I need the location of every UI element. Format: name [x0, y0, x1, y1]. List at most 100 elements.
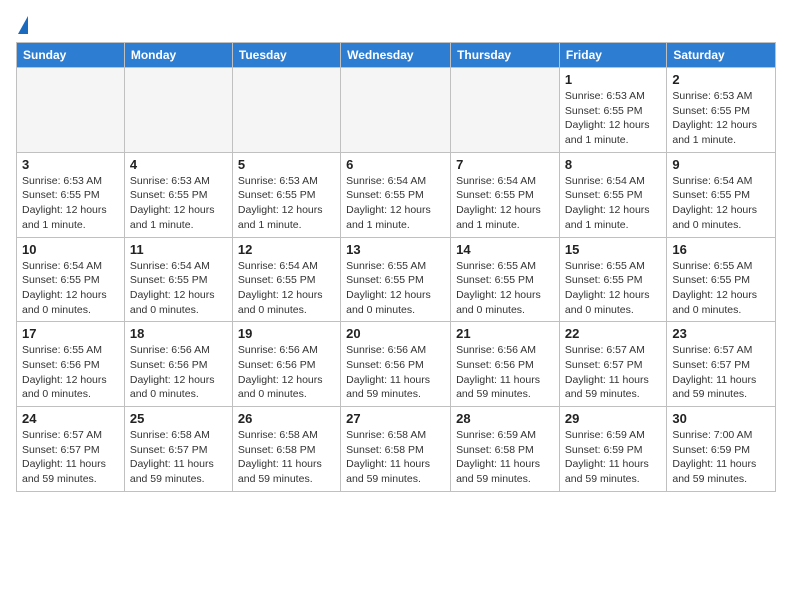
day-info: Sunrise: 6:57 AM Sunset: 6:57 PM Dayligh…	[565, 343, 661, 402]
calendar-cell: 18Sunrise: 6:56 AM Sunset: 6:56 PM Dayli…	[124, 322, 232, 407]
calendar-cell	[124, 68, 232, 153]
calendar-cell: 7 Sunrise: 6:54 AM Sunset: 6:55 PM Daylig…	[451, 152, 560, 237]
weekday-header-wednesday: Wednesday	[341, 43, 451, 68]
day-number: 30	[672, 411, 770, 426]
day-info: Sunrise: 6:57 AM Sunset: 6:57 PM Dayligh…	[672, 343, 770, 402]
week-row-2: 3Sunrise: 6:53 AM Sunset: 6:55 PM Daylig…	[17, 152, 776, 237]
calendar-cell	[451, 68, 560, 153]
calendar-cell: 16 Sunrise: 6:55 AM Sunset: 6:55 PM Dayli…	[667, 237, 776, 322]
day-number: 13	[346, 242, 445, 257]
day-info: Sunrise: 6:54 AM Sunset: 6:55 PM Dayligh…	[238, 259, 335, 318]
day-info: Sunrise: 6:59 AM Sunset: 6:58 PM Dayligh…	[456, 428, 554, 487]
day-info: Sunrise: 6:56 AM Sunset: 6:56 PM Dayligh…	[238, 343, 335, 402]
day-info: Sunrise: 6:54 AM Sunset: 6:55 PM Dayligh…	[22, 259, 119, 318]
week-row-5: 24 Sunrise: 6:57 AM Sunset: 6:57 PM Dayli…	[17, 407, 776, 492]
calendar-cell: 25 Sunrise: 6:58 AM Sunset: 6:57 PM Dayli…	[124, 407, 232, 492]
calendar-cell: 19 Sunrise: 6:56 AM Sunset: 6:56 PM Dayli…	[232, 322, 340, 407]
day-info: Sunrise: 6:56 AM Sunset: 6:56 PM Dayligh…	[456, 343, 554, 402]
day-info: Sunrise: 7:00 AM Sunset: 6:59 PM Dayligh…	[672, 428, 770, 487]
day-number: 17	[22, 326, 119, 341]
day-info: Sunrise: 6:58 AM Sunset: 6:58 PM Dayligh…	[238, 428, 335, 487]
calendar-cell: 17 Sunrise: 6:55 AM Sunset: 6:56 PM Dayli…	[17, 322, 125, 407]
day-info: Sunrise: 6:58 AM Sunset: 6:57 PM Dayligh…	[130, 428, 227, 487]
calendar-cell: 2 Sunrise: 6:53 AM Sunset: 6:55 PM Daylig…	[667, 68, 776, 153]
week-row-1: 1 Sunrise: 6:53 AM Sunset: 6:55 PM Daylig…	[17, 68, 776, 153]
day-info: Sunrise: 6:54 AM Sunset: 6:55 PM Dayligh…	[672, 174, 770, 233]
logo	[16, 16, 28, 34]
day-number: 16	[672, 242, 770, 257]
day-info: Sunrise: 6:53 AM Sunset: 6:55 PM Dayligh…	[22, 174, 119, 233]
calendar-cell: 27Sunrise: 6:58 AM Sunset: 6:58 PM Dayli…	[341, 407, 451, 492]
calendar-cell: 8 Sunrise: 6:54 AM Sunset: 6:55 PM Daylig…	[559, 152, 666, 237]
day-info: Sunrise: 6:55 AM Sunset: 6:55 PM Dayligh…	[565, 259, 661, 318]
day-info: Sunrise: 6:59 AM Sunset: 6:59 PM Dayligh…	[565, 428, 661, 487]
day-number: 22	[565, 326, 661, 341]
day-number: 20	[346, 326, 445, 341]
day-info: Sunrise: 6:53 AM Sunset: 6:55 PM Dayligh…	[672, 89, 770, 148]
day-number: 15	[565, 242, 661, 257]
day-number: 1	[565, 72, 661, 87]
day-number: 8	[565, 157, 661, 172]
calendar-cell: 12Sunrise: 6:54 AM Sunset: 6:55 PM Dayli…	[232, 237, 340, 322]
calendar-cell: 14Sunrise: 6:55 AM Sunset: 6:55 PM Dayli…	[451, 237, 560, 322]
page: SundayMondayTuesdayWednesdayThursdayFrid…	[0, 0, 792, 502]
calendar-cell: 15 Sunrise: 6:55 AM Sunset: 6:55 PM Dayli…	[559, 237, 666, 322]
day-number: 14	[456, 242, 554, 257]
calendar-cell	[341, 68, 451, 153]
calendar-cell: 24 Sunrise: 6:57 AM Sunset: 6:57 PM Dayli…	[17, 407, 125, 492]
calendar-cell: 26 Sunrise: 6:58 AM Sunset: 6:58 PM Dayli…	[232, 407, 340, 492]
header	[16, 16, 776, 34]
calendar-cell: 10 Sunrise: 6:54 AM Sunset: 6:55 PM Dayli…	[17, 237, 125, 322]
day-number: 19	[238, 326, 335, 341]
day-number: 29	[565, 411, 661, 426]
weekday-header-saturday: Saturday	[667, 43, 776, 68]
calendar-cell: 4Sunrise: 6:53 AM Sunset: 6:55 PM Daylig…	[124, 152, 232, 237]
calendar-cell: 1 Sunrise: 6:53 AM Sunset: 6:55 PM Daylig…	[559, 68, 666, 153]
day-number: 18	[130, 326, 227, 341]
weekday-header-friday: Friday	[559, 43, 666, 68]
calendar-cell: 13Sunrise: 6:55 AM Sunset: 6:55 PM Dayli…	[341, 237, 451, 322]
weekday-header-sunday: Sunday	[17, 43, 125, 68]
calendar-cell: 11Sunrise: 6:54 AM Sunset: 6:55 PM Dayli…	[124, 237, 232, 322]
day-info: Sunrise: 6:53 AM Sunset: 6:55 PM Dayligh…	[238, 174, 335, 233]
day-info: Sunrise: 6:55 AM Sunset: 6:56 PM Dayligh…	[22, 343, 119, 402]
calendar-cell: 5 Sunrise: 6:53 AM Sunset: 6:55 PM Daylig…	[232, 152, 340, 237]
calendar-cell: 28 Sunrise: 6:59 AM Sunset: 6:58 PM Dayli…	[451, 407, 560, 492]
day-number: 7	[456, 157, 554, 172]
weekday-header-tuesday: Tuesday	[232, 43, 340, 68]
day-number: 26	[238, 411, 335, 426]
day-number: 23	[672, 326, 770, 341]
week-row-4: 17 Sunrise: 6:55 AM Sunset: 6:56 PM Dayli…	[17, 322, 776, 407]
day-number: 2	[672, 72, 770, 87]
day-number: 10	[22, 242, 119, 257]
day-info: Sunrise: 6:54 AM Sunset: 6:55 PM Dayligh…	[565, 174, 661, 233]
day-number: 28	[456, 411, 554, 426]
day-number: 27	[346, 411, 445, 426]
day-number: 4	[130, 157, 227, 172]
calendar-cell: 23 Sunrise: 6:57 AM Sunset: 6:57 PM Dayli…	[667, 322, 776, 407]
day-number: 24	[22, 411, 119, 426]
day-info: Sunrise: 6:54 AM Sunset: 6:55 PM Dayligh…	[456, 174, 554, 233]
day-number: 21	[456, 326, 554, 341]
calendar-cell	[232, 68, 340, 153]
calendar-cell: 29 Sunrise: 6:59 AM Sunset: 6:59 PM Dayli…	[559, 407, 666, 492]
day-number: 9	[672, 157, 770, 172]
calendar-cell: 30 Sunrise: 7:00 AM Sunset: 6:59 PM Dayli…	[667, 407, 776, 492]
weekday-header-thursday: Thursday	[451, 43, 560, 68]
calendar-cell: 22 Sunrise: 6:57 AM Sunset: 6:57 PM Dayli…	[559, 322, 666, 407]
day-number: 25	[130, 411, 227, 426]
day-info: Sunrise: 6:57 AM Sunset: 6:57 PM Dayligh…	[22, 428, 119, 487]
day-info: Sunrise: 6:53 AM Sunset: 6:55 PM Dayligh…	[565, 89, 661, 148]
day-info: Sunrise: 6:54 AM Sunset: 6:55 PM Dayligh…	[346, 174, 445, 233]
calendar-table: SundayMondayTuesdayWednesdayThursdayFrid…	[16, 42, 776, 492]
calendar-cell: 6 Sunrise: 6:54 AM Sunset: 6:55 PM Daylig…	[341, 152, 451, 237]
logo-triangle-icon	[18, 16, 28, 34]
day-info: Sunrise: 6:55 AM Sunset: 6:55 PM Dayligh…	[672, 259, 770, 318]
day-number: 5	[238, 157, 335, 172]
calendar-cell: 3Sunrise: 6:53 AM Sunset: 6:55 PM Daylig…	[17, 152, 125, 237]
day-number: 11	[130, 242, 227, 257]
day-number: 6	[346, 157, 445, 172]
week-row-3: 10 Sunrise: 6:54 AM Sunset: 6:55 PM Dayli…	[17, 237, 776, 322]
calendar-cell: 20Sunrise: 6:56 AM Sunset: 6:56 PM Dayli…	[341, 322, 451, 407]
calendar-cell: 9 Sunrise: 6:54 AM Sunset: 6:55 PM Daylig…	[667, 152, 776, 237]
